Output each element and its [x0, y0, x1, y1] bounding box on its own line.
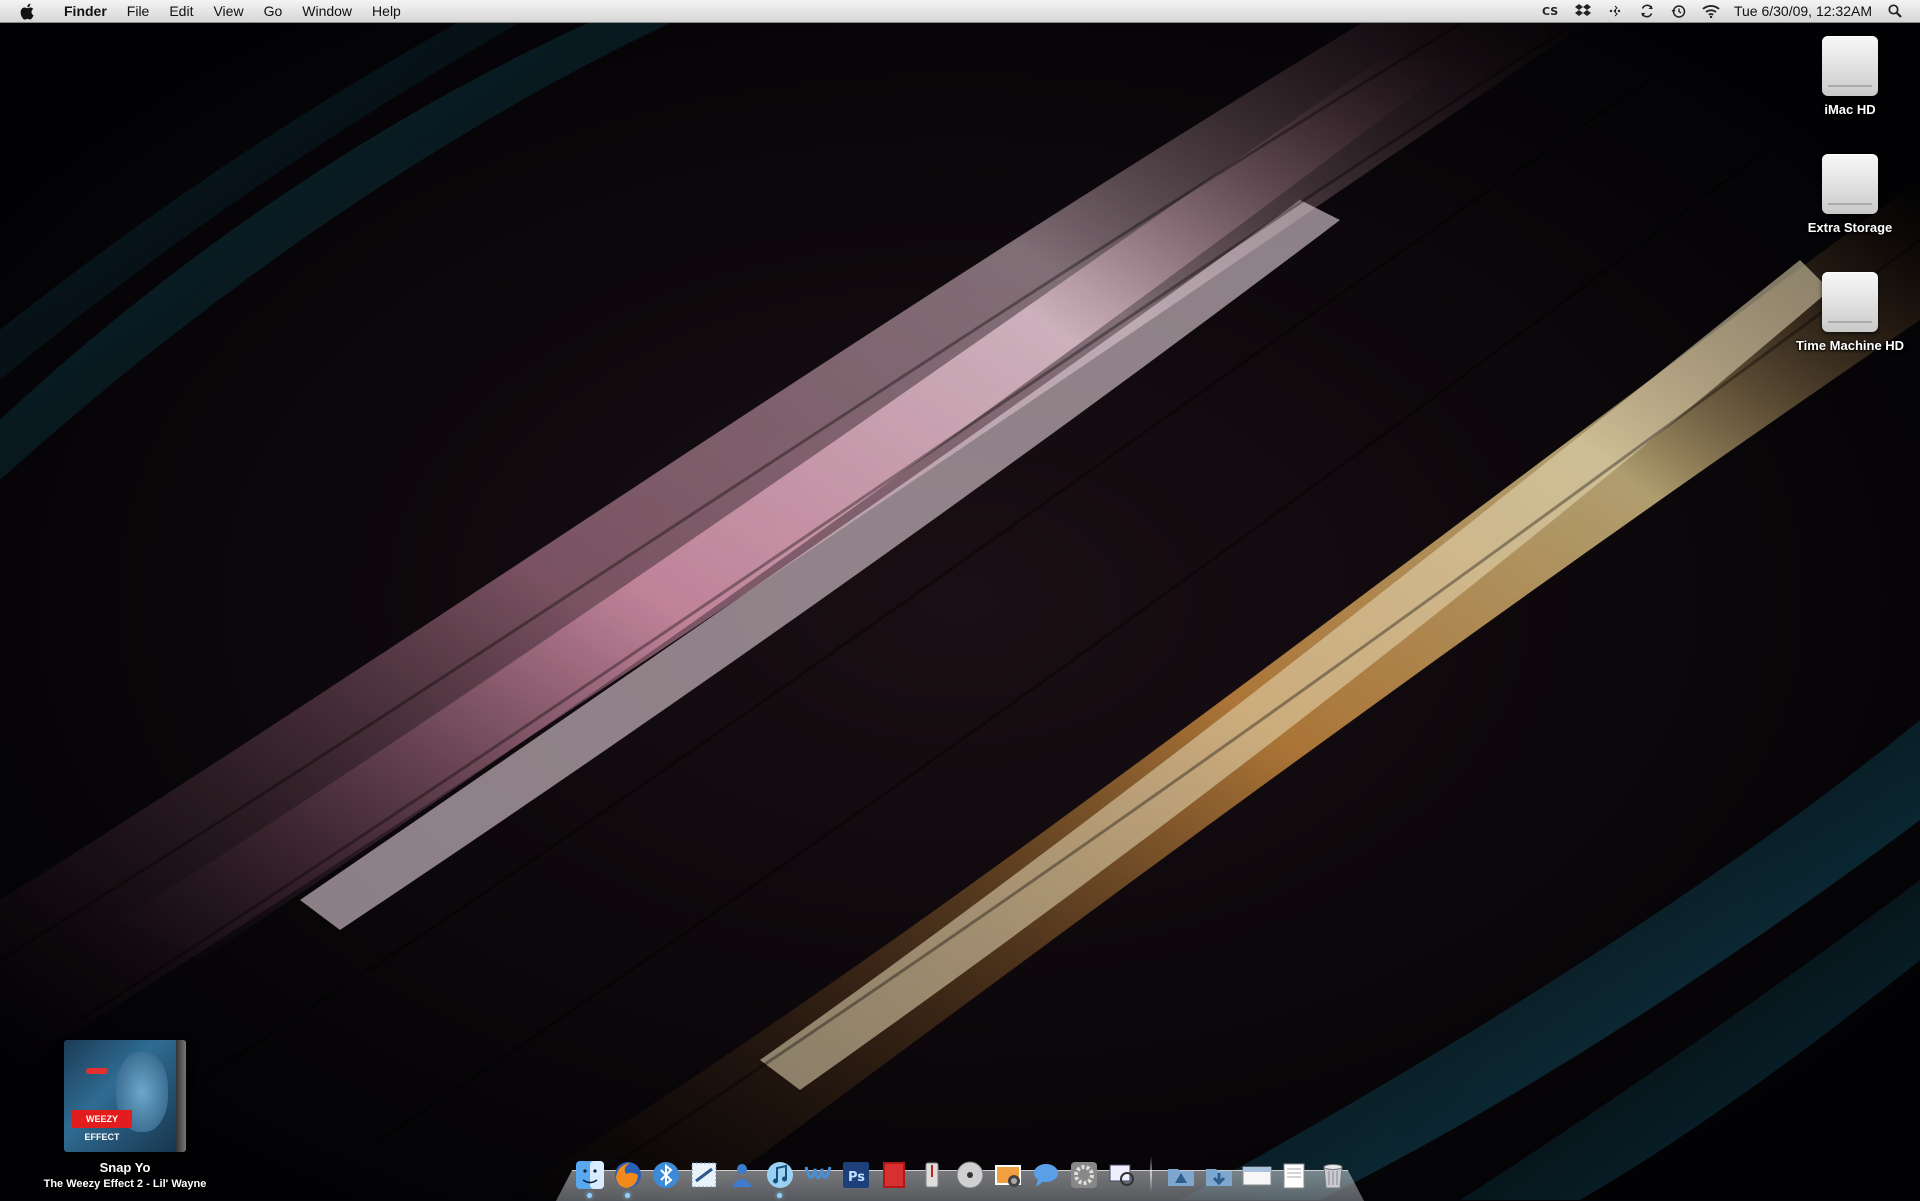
menu-window[interactable]: Window	[292, 0, 362, 22]
menu-view[interactable]: View	[203, 0, 253, 22]
textwrangler-icon[interactable]	[800, 1157, 835, 1192]
running-indicator	[587, 1193, 592, 1198]
applications-stack-icon[interactable]	[1163, 1157, 1198, 1192]
spotlight-icon[interactable]	[1886, 3, 1904, 19]
trash-icon[interactable]	[1315, 1157, 1350, 1192]
menu-edit[interactable]: Edit	[159, 0, 203, 22]
drive-label: Time Machine HD	[1795, 338, 1905, 353]
photoshop-label: Ps	[848, 1170, 865, 1185]
drive-label: Extra Storage	[1807, 220, 1893, 235]
dropbox-icon[interactable]	[1574, 3, 1592, 19]
album-art-accent	[86, 1068, 108, 1074]
system-preferences-icon[interactable]	[1066, 1157, 1101, 1192]
menu-file[interactable]: File	[117, 0, 160, 22]
menu-app-finder[interactable]: Finder	[54, 0, 117, 22]
dock: Ps	[572, 1150, 1350, 1198]
creative-suite-icon[interactable]: CS	[1542, 3, 1560, 19]
menubar-clock[interactable]: Tue 6/30/09, 12:32AM	[1734, 3, 1872, 19]
album-case-edge	[176, 1040, 186, 1152]
downloads-stack-icon[interactable]	[1201, 1157, 1236, 1192]
svg-text:CS: CS	[1542, 5, 1558, 17]
running-indicator	[777, 1193, 782, 1198]
now-playing-track: Snap Yo	[99, 1160, 151, 1175]
album-art-title: WEEZY EFFECT	[72, 1110, 132, 1142]
menu-help[interactable]: Help	[362, 0, 411, 22]
drive-extra-storage[interactable]: Extra Storage	[1790, 154, 1910, 235]
hard-drive-icon	[1822, 272, 1878, 332]
menu-go[interactable]: Go	[254, 0, 293, 22]
finder-icon[interactable]	[572, 1157, 607, 1198]
running-indicator	[625, 1193, 630, 1198]
now-playing-album-artist: The Weezy Effect 2 - Lil' Wayne	[43, 1178, 207, 1190]
hard-drive-icon	[1822, 154, 1878, 214]
sync-icon[interactable]	[1638, 3, 1656, 19]
mail-stamp-icon[interactable]	[686, 1157, 721, 1192]
dock-separator	[1150, 1156, 1152, 1192]
dvd-player-icon[interactable]	[952, 1157, 987, 1192]
drive-label: iMac HD	[1824, 102, 1876, 117]
wifi-icon[interactable]	[1702, 3, 1720, 19]
instruments-icon[interactable]	[914, 1157, 949, 1192]
preview-icon[interactable]	[1104, 1157, 1139, 1192]
firefox-icon[interactable]	[610, 1157, 645, 1198]
now-playing-widget[interactable]: WEEZY EFFECT Snap Yo The Weezy Effect 2 …	[20, 1040, 230, 1190]
drive-imac-hd[interactable]: iMac HD	[1790, 36, 1910, 117]
menu-bar: Finder File Edit View Go Window Help CS …	[0, 0, 1920, 23]
apple-menu-icon[interactable]	[20, 2, 36, 20]
flash-icon[interactable]	[876, 1157, 911, 1192]
ichat-icon[interactable]	[1028, 1157, 1063, 1192]
time-machine-icon[interactable]	[1670, 3, 1688, 19]
bluetooth-file-exchange-icon[interactable]	[648, 1157, 683, 1192]
address-book-icon[interactable]	[724, 1157, 759, 1192]
menu-extras: CS Tue 6/30/09, 12:32AM	[1542, 0, 1904, 22]
bluetooth-icon[interactable]	[1606, 3, 1624, 19]
documents-stack-icon[interactable]	[1239, 1157, 1274, 1192]
file-stack-icon[interactable]	[1277, 1157, 1312, 1192]
desktop-wallpaper	[0, 0, 1920, 1200]
iphoto-icon[interactable]	[990, 1157, 1025, 1192]
itunes-icon[interactable]	[762, 1157, 797, 1198]
drive-time-machine-hd[interactable]: Time Machine HD	[1790, 272, 1910, 353]
album-art[interactable]: WEEZY EFFECT	[64, 1040, 186, 1152]
photoshop-icon[interactable]: Ps	[838, 1157, 873, 1192]
hard-drive-icon	[1822, 36, 1878, 96]
